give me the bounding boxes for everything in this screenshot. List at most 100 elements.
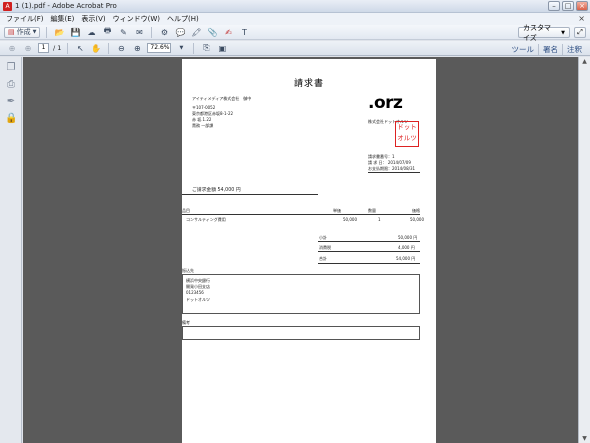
minimize-button[interactable]: – [548,1,560,11]
create-icon: ▤ [8,28,15,36]
menu-file[interactable]: ファイル(F) [6,14,44,24]
expand-icon[interactable]: ⤢ [574,27,586,38]
pdf-page: 請求書 アイティメディア株式会社 御中 〒107-0052 東京都港区赤坂8-1… [182,59,436,443]
bank-line: 0123456 [186,290,204,295]
menu-edit[interactable]: 編集(E) [51,14,75,24]
grand-total-value: 54,000 円 [396,256,416,261]
fit-page-icon[interactable]: ⎘ [200,42,212,54]
divider [318,251,420,252]
subtotal-value: 50,000 円 [398,235,418,240]
divider [368,172,420,173]
bank-line: 横浜中央銀行 [186,278,210,283]
menu-bar: ファイル(F) 編集(E) 表示(V) ウィンドウ(W) ヘルプ(H) × [0,13,590,25]
zoom-in-icon[interactable]: ⊕ [131,42,143,54]
tools-link[interactable]: ツール [508,44,539,55]
stamp-icon[interactable]: ✍ [222,26,234,38]
bank-line: ドットオルツ [186,297,210,302]
toolbar-separator [108,42,110,54]
comment-link[interactable]: 注釈 [562,44,586,55]
stamp-text: オルツ [397,134,417,142]
zoom-level-input[interactable]: 72.6% [147,43,172,53]
zoom-out-icon[interactable]: ⊖ [115,42,127,54]
chevron-down-icon: ▼ [32,29,37,35]
navigation-toolbar: ⊕ ⊕ 1 / 1 ↖ ✋ ⊖ ⊕ 72.6% ▼ ⎘ ▣ ツール 署名 注釈 [0,41,590,56]
page-number-input[interactable]: 1 [38,43,49,53]
open-folder-icon[interactable]: 📂 [53,26,65,38]
attach-icon[interactable]: 📎 [206,26,218,38]
right-panel-links: ツール 署名 注釈 [508,44,587,55]
toolbar-separator [46,26,48,38]
bank-info-box [182,274,420,314]
next-page-icon[interactable]: ⊕ [22,42,34,54]
signature-icon[interactable]: ✒ [5,96,17,108]
row-amount: 50,000 [410,217,424,222]
row-qty: 1 [378,217,381,222]
table-header-rule [182,214,420,215]
stamp-text: ドット [397,123,417,131]
row-price: 50,000 [343,217,357,222]
client-address-line: 〒107-0052 [192,105,216,110]
close-document-icon[interactable]: × [578,14,585,23]
column-item: 品目 [182,208,190,213]
scroll-down-icon[interactable]: ▼ [579,434,590,443]
cloud-upload-icon[interactable]: ☁ [85,26,97,38]
client-name: アイティメディア株式会社 御中 [192,96,252,101]
text-edit-icon[interactable]: T [238,26,250,38]
invoice-title: 請求書 [293,79,324,89]
comment-bubble-icon[interactable]: 💬 [174,26,186,38]
tax-label: 消費税 [319,245,331,250]
toolbar-separator [193,42,195,54]
close-button[interactable]: × [576,1,588,11]
title-bar: A 1 (1).pdf - Adobe Acrobat Pro – □ × [0,0,590,13]
full-screen-icon[interactable]: ▣ [216,42,228,54]
chevron-down-icon[interactable]: ▼ [175,42,187,54]
notes-heading: 備考 [182,320,190,325]
customize-dropdown[interactable]: カスタマイズ ▼ [518,24,570,42]
divider [318,263,420,264]
settings-gear-icon[interactable]: ⚙ [158,26,170,38]
notes-box [182,326,420,340]
print-icon[interactable]: 🖶 [101,26,113,38]
page-total: / 1 [53,44,62,52]
grand-total-label: 合計 [319,256,327,261]
create-label: 作成 [16,28,31,36]
menu-view[interactable]: 表示(V) [81,14,105,24]
chevron-down-icon: ▼ [561,29,565,36]
toolbar-separator [151,26,153,38]
scroll-up-icon[interactable]: ▲ [579,57,590,66]
customize-label: カスタマイズ [523,23,551,42]
divider [318,241,420,242]
company-logo: .orz [368,93,403,113]
security-lock-icon[interactable]: 🔒 [5,113,17,125]
select-cursor-icon[interactable]: ↖ [74,42,86,54]
menu-help[interactable]: ヘルプ(H) [167,14,199,24]
page-thumbnails-icon[interactable]: ❐ [5,62,17,74]
create-button[interactable]: ▤ 作成 ▼ [4,26,41,38]
menu-window[interactable]: ウィンドウ(W) [113,14,160,24]
tax-value: 4,000 円 [398,245,415,250]
client-address-line: 責務 一部課 [192,123,214,128]
bookmarks-icon[interactable]: ⎙ [5,79,17,91]
acrobat-app-icon: A [3,2,12,11]
client-address-line: 赤 坂.1.22 [192,117,212,122]
highlight-icon[interactable]: 🖍 [190,26,202,38]
toolbar-separator [67,42,69,54]
vertical-scrollbar[interactable]: ▲ ▼ [578,57,590,443]
save-icon[interactable]: 💾 [69,26,81,38]
divider [182,194,318,195]
client-address-line: 東京都港区赤坂8-1-22 [192,111,234,116]
column-amount: 価格 [412,208,420,213]
row-item: コンサルティング費用 [186,217,226,222]
hand-tool-icon[interactable]: ✋ [90,42,102,54]
email-icon[interactable]: ✉ [133,26,145,38]
invoice-number: 請求書番号：1 [368,154,395,159]
maximize-button[interactable]: □ [562,1,574,11]
sign-link[interactable]: 署名 [538,44,562,55]
edit-document-icon[interactable]: ✎ [117,26,129,38]
total-amount-label: ご請求金額 54,000 円 [192,188,241,193]
main-toolbar: ▤ 作成 ▼ 📂 💾 ☁ 🖶 ✎ ✉ ⚙ 💬 🖍 📎 ✍ T カスタマイズ ▼ … [0,24,590,42]
column-qty: 数量 [368,208,376,213]
previous-page-icon[interactable]: ⊕ [6,42,18,54]
payment-due: お支払期限：2014/08/31 [368,166,416,171]
bank-heading: 振込先 [182,268,194,273]
